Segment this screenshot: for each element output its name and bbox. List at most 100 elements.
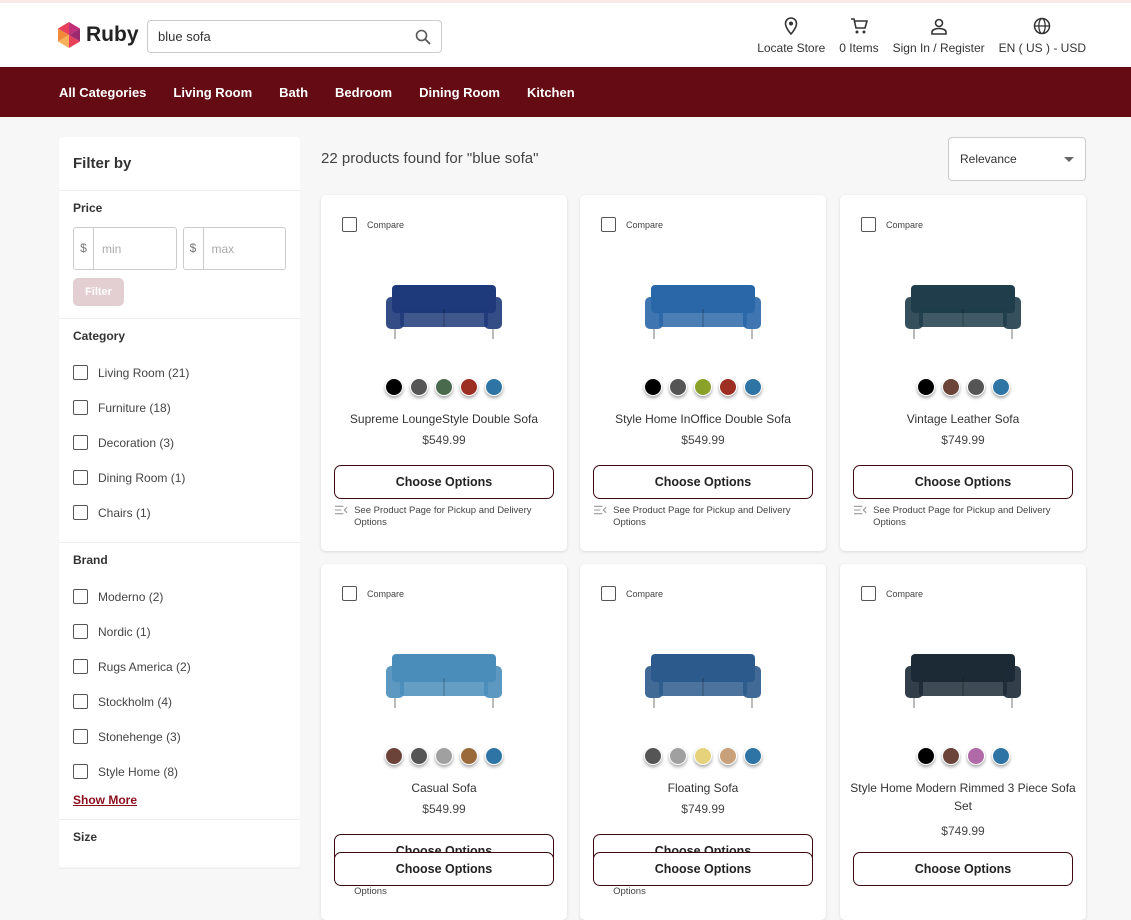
product-image[interactable] xyxy=(384,275,504,345)
logo[interactable]: Ruby xyxy=(58,22,139,48)
compare-checkbox[interactable]: Compare xyxy=(601,217,663,232)
categories-option[interactable]: Chairs (1) xyxy=(73,495,286,530)
nav-item[interactable]: Bedroom xyxy=(335,85,392,100)
checkbox[interactable] xyxy=(342,586,357,601)
choose-options-button[interactable]: Choose Options xyxy=(853,852,1073,886)
choose-options-button[interactable]: Choose Options xyxy=(593,465,813,499)
nav-item[interactable]: Bath xyxy=(279,85,308,100)
checkbox[interactable] xyxy=(73,764,88,779)
choose-options-button[interactable]: Choose Options xyxy=(853,465,1073,499)
product-image[interactable] xyxy=(643,275,763,345)
categories-option[interactable]: Decoration (3) xyxy=(73,425,286,460)
color-swatch[interactable] xyxy=(644,378,662,396)
color-swatch[interactable] xyxy=(460,747,478,765)
color-swatch[interactable] xyxy=(385,747,403,765)
product-image[interactable] xyxy=(643,644,763,714)
search-input[interactable]: blue sofa xyxy=(147,20,442,53)
header-globe[interactable]: EN ( US ) - USD xyxy=(999,17,1086,55)
color-swatch[interactable] xyxy=(719,378,737,396)
brands-option[interactable]: Stonehenge (3) xyxy=(73,719,286,754)
product-name[interactable]: Style Home InOffice Double Sofa xyxy=(590,410,816,428)
product-image[interactable] xyxy=(903,644,1023,714)
choose-options-button[interactable]: Choose Options xyxy=(334,465,554,499)
product-image[interactable] xyxy=(384,644,504,714)
show-more-link[interactable]: Show More xyxy=(73,793,286,807)
checkbox[interactable] xyxy=(342,217,357,232)
product-image[interactable] xyxy=(903,275,1023,345)
categories-option[interactable]: Living Room (21) xyxy=(73,355,286,390)
nav-item[interactable]: Kitchen xyxy=(527,85,575,100)
color-swatch[interactable] xyxy=(410,378,428,396)
color-swatch[interactable] xyxy=(744,747,762,765)
color-swatch[interactable] xyxy=(916,378,935,396)
checkbox[interactable] xyxy=(73,694,88,709)
brands-option[interactable]: Nordic (1) xyxy=(73,614,286,649)
checkbox[interactable] xyxy=(73,659,88,674)
color-swatch[interactable] xyxy=(385,378,403,396)
color-swatch[interactable] xyxy=(719,747,737,765)
color-swatch[interactable] xyxy=(485,747,503,765)
color-swatch[interactable] xyxy=(991,378,1010,396)
color-swatch[interactable] xyxy=(435,747,453,765)
checkbox[interactable] xyxy=(73,400,88,415)
checkbox[interactable] xyxy=(73,505,88,520)
product-name[interactable]: Vintage Leather Sofa xyxy=(850,410,1076,428)
size-filter: Size xyxy=(59,820,300,869)
brands-option[interactable]: Rugs America (2) xyxy=(73,649,286,684)
color-swatch[interactable] xyxy=(485,378,503,396)
min-price-input[interactable]: $ min xyxy=(73,227,177,270)
choose-options-button[interactable]: Choose Options xyxy=(593,852,813,886)
color-swatch[interactable] xyxy=(644,747,662,765)
color-swatch[interactable] xyxy=(669,747,687,765)
brands-option[interactable]: Moderno (2) xyxy=(73,579,286,614)
nav-item[interactable]: All Categories xyxy=(59,85,146,100)
search-value[interactable]: blue sofa xyxy=(158,29,415,44)
checkbox[interactable] xyxy=(73,729,88,744)
header-cart[interactable]: 0 Items xyxy=(839,17,879,55)
search-icon[interactable] xyxy=(415,29,431,45)
product-name[interactable]: Floating Sofa xyxy=(590,779,816,797)
color-swatch[interactable] xyxy=(669,378,687,396)
checkbox[interactable] xyxy=(861,586,876,601)
checkbox[interactable] xyxy=(73,470,88,485)
color-swatch[interactable] xyxy=(410,747,428,765)
color-swatch[interactable] xyxy=(435,378,453,396)
product-name[interactable]: Supreme LoungeStyle Double Sofa xyxy=(331,410,557,428)
checkbox[interactable] xyxy=(601,586,616,601)
categories-option[interactable]: Furniture (18) xyxy=(73,390,286,425)
categories-option[interactable]: Dining Room (1) xyxy=(73,460,286,495)
compare-checkbox[interactable]: Compare xyxy=(861,586,923,601)
color-swatch[interactable] xyxy=(694,378,712,396)
brands-option[interactable]: Stockholm (4) xyxy=(73,684,286,719)
compare-checkbox[interactable]: Compare xyxy=(342,217,404,232)
color-swatch[interactable] xyxy=(916,747,935,765)
compare-checkbox[interactable]: Compare xyxy=(861,217,923,232)
checkbox[interactable] xyxy=(73,365,88,380)
nav-item[interactable]: Living Room xyxy=(173,85,252,100)
color-swatch[interactable] xyxy=(694,747,712,765)
nav-item[interactable]: Dining Room xyxy=(419,85,500,100)
product-name[interactable]: Style Home Modern Rimmed 3 Piece Sofa Se… xyxy=(850,779,1076,815)
choose-options-button[interactable]: Choose Options xyxy=(334,852,554,886)
checkbox[interactable] xyxy=(601,217,616,232)
checkbox[interactable] xyxy=(73,589,88,604)
filter-button[interactable]: Filter xyxy=(73,278,124,306)
color-swatch[interactable] xyxy=(966,378,985,396)
sort-select[interactable]: Relevance xyxy=(948,137,1086,181)
color-swatch[interactable] xyxy=(991,747,1010,765)
header-location[interactable]: Locate Store xyxy=(757,17,825,55)
color-swatch[interactable] xyxy=(941,378,960,396)
header-user[interactable]: Sign In / Register xyxy=(893,17,985,55)
product-name[interactable]: Casual Sofa xyxy=(331,779,557,797)
checkbox[interactable] xyxy=(73,624,88,639)
checkbox[interactable] xyxy=(73,435,88,450)
compare-checkbox[interactable]: Compare xyxy=(342,586,404,601)
brands-option[interactable]: Style Home (8) xyxy=(73,754,286,789)
color-swatch[interactable] xyxy=(744,378,762,396)
checkbox[interactable] xyxy=(861,217,876,232)
color-swatch[interactable] xyxy=(966,747,985,765)
max-price-input[interactable]: $ max xyxy=(182,227,286,270)
compare-checkbox[interactable]: Compare xyxy=(601,586,663,601)
color-swatch[interactable] xyxy=(460,378,478,396)
color-swatch[interactable] xyxy=(941,747,960,765)
